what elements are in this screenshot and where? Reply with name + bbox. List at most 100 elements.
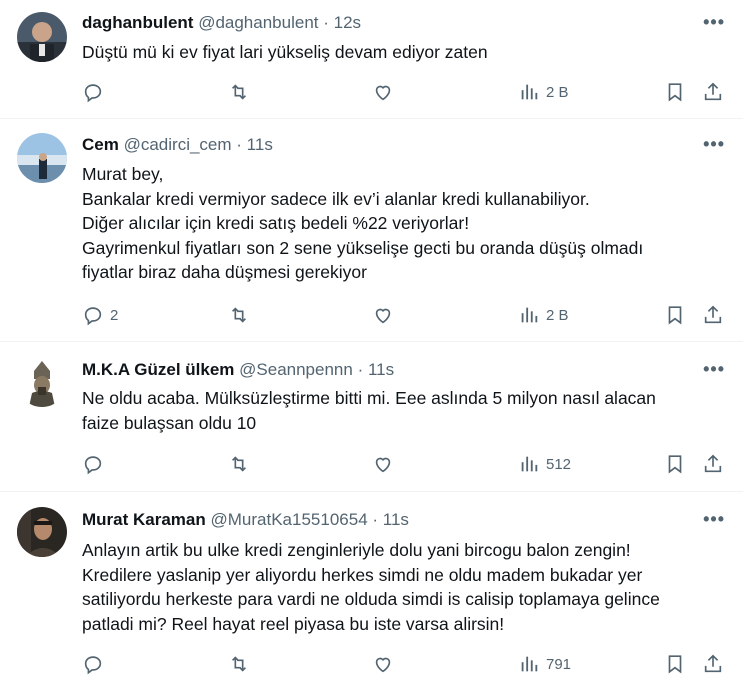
- like-button[interactable]: [372, 80, 394, 104]
- retweet-button[interactable]: [228, 652, 250, 676]
- tweet-text: Düştü mü ki ev fiyat lari yükseliş devam…: [82, 40, 722, 65]
- tweet-text: Anlayın artik bu ulke kredi zenginleriyl…: [82, 538, 722, 636]
- text-line: patladi mi? Reel hayat reel piyasa bu is…: [82, 613, 505, 634]
- avatar[interactable]: [17, 133, 67, 183]
- like-button[interactable]: [372, 303, 394, 327]
- handle[interactable]: @daghanbulent: [198, 13, 318, 32]
- tweet-header: Murat Karaman @MuratKa15510654 · 11s: [82, 510, 409, 529]
- retweet-button[interactable]: [228, 452, 250, 476]
- views-icon: [521, 84, 538, 100]
- views-icon: [521, 456, 538, 472]
- tweet-muratkaraman[interactable]: Murat Karaman @MuratKa15510654 · 11s •••…: [0, 492, 743, 688]
- like-icon: [375, 85, 391, 101]
- tweet-text: Ne oldu acaba. Mülksüzleştirme bitti mi.…: [82, 386, 722, 435]
- tweet-header: daghanbulent @daghanbulent · 12s: [82, 13, 362, 32]
- text-line: faize bulaşsan oldu 10: [82, 412, 257, 433]
- text-line: Murat bey,: [82, 164, 164, 184]
- share-icon: [704, 454, 722, 473]
- share-icon: [704, 305, 722, 324]
- bookmark-icon: [668, 455, 682, 474]
- like-button[interactable]: [372, 652, 394, 676]
- reply-icon: [84, 84, 102, 103]
- share-button[interactable]: [702, 452, 724, 476]
- bookmark-icon: [668, 655, 682, 674]
- like-icon: [375, 308, 391, 324]
- reply-button[interactable]: [82, 452, 110, 476]
- more-icon[interactable]: •••: [703, 359, 725, 380]
- views-count: 512: [546, 455, 572, 473]
- views-button[interactable]: 2 B: [518, 80, 569, 104]
- bookmark-icon: [668, 306, 682, 325]
- views-button[interactable]: 2 B: [518, 303, 569, 327]
- more-icon[interactable]: •••: [703, 509, 725, 530]
- reply-button[interactable]: [82, 652, 110, 676]
- reply-icon: [84, 656, 102, 675]
- action-bar: 791: [82, 652, 724, 676]
- bookmark-button[interactable]: [664, 303, 686, 327]
- like-icon: [375, 657, 391, 673]
- reply-icon: [84, 307, 102, 326]
- reply-button[interactable]: 2: [82, 303, 118, 327]
- text-line: Bankalar kredi vermiyor sadece ilk ev’i …: [82, 188, 590, 209]
- reply-icon: [84, 456, 102, 475]
- retweet-icon: [231, 84, 247, 100]
- retweet-button[interactable]: [228, 303, 250, 327]
- bookmark-button[interactable]: [664, 452, 686, 476]
- share-button[interactable]: [702, 303, 724, 327]
- bookmark-button[interactable]: [664, 652, 686, 676]
- share-button[interactable]: [702, 652, 724, 676]
- display-name[interactable]: daghanbulent: [82, 13, 193, 32]
- handle[interactable]: @cadirci_cem: [124, 135, 232, 154]
- retweet-icon: [231, 307, 247, 323]
- share-icon: [704, 654, 722, 673]
- retweet-icon: [231, 456, 247, 472]
- views-count: 2 B: [546, 83, 569, 101]
- handle[interactable]: @MuratKa15510654: [211, 510, 368, 529]
- handle[interactable]: @Seannpennn: [239, 360, 353, 379]
- text-line: satiliyordu herkeste para vardi ne oldud…: [82, 589, 660, 609]
- tweet-header: Cem @cadirci_cem · 11s: [82, 135, 273, 154]
- like-button[interactable]: [372, 452, 394, 476]
- tweet-text: Murat bey, Bankalar kredi vermiyor sadec…: [82, 162, 722, 285]
- avatar[interactable]: [17, 12, 67, 62]
- timestamp[interactable]: 11s: [383, 510, 409, 529]
- retweet-button[interactable]: [228, 80, 250, 104]
- action-bar: 2 2 B: [82, 303, 724, 327]
- reply-button[interactable]: [82, 80, 110, 104]
- retweet-icon: [231, 656, 247, 672]
- text-line: fiyatlar biraz daha düşmesi gerekiyor: [82, 262, 367, 282]
- views-count: 791: [546, 655, 572, 673]
- tweet-seannpennn[interactable]: M.K.A Güzel ülkem @Seannpennn · 11s ••• …: [0, 342, 743, 492]
- tweet-daghanbulent[interactable]: daghanbulent @daghanbulent · 12s ••• Düş…: [0, 0, 743, 119]
- text-line: Kredilere yaslanip yer aliyordu herkes s…: [82, 564, 643, 585]
- timestamp[interactable]: 11s: [368, 360, 394, 379]
- reply-count: 2: [110, 306, 119, 324]
- bookmark-button[interactable]: [664, 80, 686, 104]
- text-line: Ne oldu acaba. Mülksüzleştirme bitti mi.…: [82, 388, 656, 408]
- share-button[interactable]: [702, 80, 724, 104]
- text-line: Diğer alıcılar için kredi satış bedeli %…: [82, 213, 470, 233]
- display-name[interactable]: Cem: [82, 135, 119, 154]
- text-line: Anlayın artik bu ulke kredi zenginleriyl…: [82, 540, 631, 560]
- views-count: 2 B: [546, 306, 569, 324]
- bookmark-icon: [668, 83, 682, 102]
- action-bar: 2 B: [82, 80, 724, 104]
- share-icon: [704, 82, 722, 101]
- timestamp[interactable]: 11s: [247, 135, 273, 154]
- timestamp[interactable]: 12s: [334, 13, 361, 32]
- tweet-cem[interactable]: Cem @cadirci_cem · 11s ••• Murat bey, Ba…: [0, 119, 743, 342]
- more-icon[interactable]: •••: [703, 134, 725, 155]
- display-name[interactable]: M.K.A Güzel ülkem: [82, 360, 234, 379]
- more-icon[interactable]: •••: [703, 12, 725, 33]
- text-line: Gayrimenkul fiyatları son 2 sene yükseli…: [82, 237, 644, 258]
- avatar[interactable]: [17, 507, 67, 557]
- action-bar: 512: [82, 452, 724, 476]
- like-icon: [375, 457, 391, 473]
- tweet-header: M.K.A Güzel ülkem @Seannpennn · 11s: [82, 360, 395, 379]
- views-button[interactable]: 512: [518, 452, 571, 476]
- text-line: Düştü mü ki ev fiyat lari yükseliş devam…: [82, 42, 488, 62]
- views-icon: [521, 307, 538, 323]
- display-name[interactable]: Murat Karaman: [82, 510, 206, 529]
- views-button[interactable]: 791: [518, 652, 571, 676]
- avatar[interactable]: [17, 357, 67, 407]
